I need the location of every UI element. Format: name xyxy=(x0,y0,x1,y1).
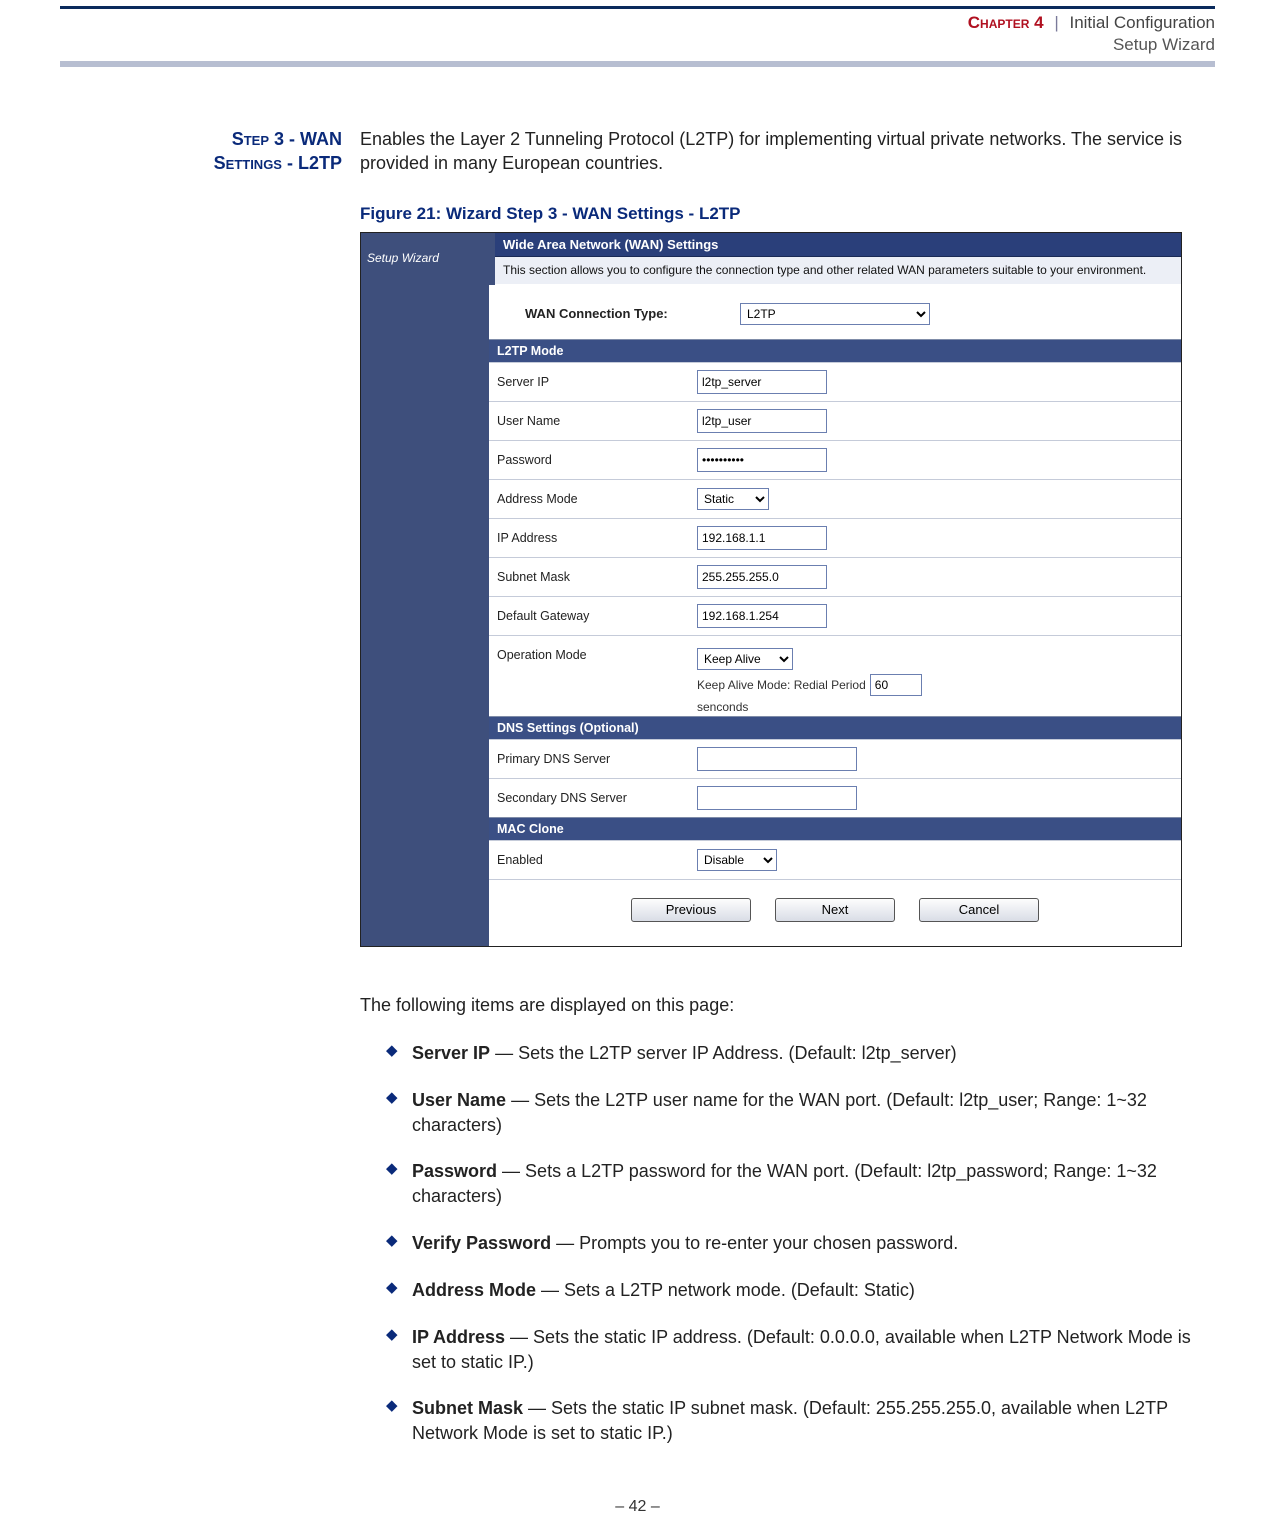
redial-period-input[interactable] xyxy=(870,674,922,696)
redial-suffix: senconds xyxy=(697,700,1181,714)
dns-section: DNS Settings (Optional) xyxy=(489,716,1181,739)
conn-type-select[interactable]: L2TP xyxy=(740,303,930,325)
user-name-label: User Name xyxy=(497,414,697,428)
list-item: ◆ IP Address — Sets the static IP addres… xyxy=(360,1325,1215,1375)
bullet-icon: ◆ xyxy=(386,1088,412,1138)
default-gateway-label: Default Gateway xyxy=(497,609,697,623)
list-item: ◆ Verify Password — Prompts you to re-en… xyxy=(360,1231,1215,1256)
bullet-icon: ◆ xyxy=(386,1231,412,1256)
list-item: ◆ Password — Sets a L2TP password for th… xyxy=(360,1159,1215,1209)
previous-button[interactable]: Previous xyxy=(631,898,751,922)
ip-address-input[interactable] xyxy=(697,526,827,550)
section-heading: Step 3 - WAN Settings - L2TP xyxy=(60,127,342,176)
subnet-mask-input[interactable] xyxy=(697,565,827,589)
header-subtitle: Setup Wizard xyxy=(60,35,1215,61)
bullet-icon: ◆ xyxy=(386,1396,412,1446)
user-name-input[interactable] xyxy=(697,409,827,433)
secondary-dns-input[interactable] xyxy=(697,786,857,810)
operation-mode-select[interactable]: Keep Alive xyxy=(697,648,793,670)
items-intro: The following items are displayed on thi… xyxy=(360,993,1215,1017)
mac-enabled-label: Enabled xyxy=(497,853,697,867)
ip-address-label: IP Address xyxy=(497,531,697,545)
bullet-icon: ◆ xyxy=(386,1278,412,1303)
next-button[interactable]: Next xyxy=(775,898,895,922)
page-number: – 42 – xyxy=(0,1498,1275,1516)
page-header: Chapter 4 | Initial Configuration xyxy=(60,9,1215,35)
address-mode-select[interactable]: Static xyxy=(697,488,769,510)
password-label: Password xyxy=(497,453,697,467)
header-title: Initial Configuration xyxy=(1069,13,1215,32)
password-input[interactable] xyxy=(697,448,827,472)
subnet-mask-label: Subnet Mask xyxy=(497,570,697,584)
cancel-button[interactable]: Cancel xyxy=(919,898,1039,922)
redial-prefix: Keep Alive Mode: Redial Period xyxy=(697,678,866,692)
primary-dns-input[interactable] xyxy=(697,747,857,771)
bullet-icon: ◆ xyxy=(386,1159,412,1209)
wizard-nav-item[interactable]: Setup Wizard xyxy=(361,233,495,285)
primary-dns-label: Primary DNS Server xyxy=(497,752,697,766)
server-ip-label: Server IP xyxy=(497,375,697,389)
embedded-screenshot: Setup Wizard Wide Area Network (WAN) Set… xyxy=(360,232,1182,947)
bullet-list: ◆ Server IP — Sets the L2TP server IP Ad… xyxy=(360,1041,1215,1446)
header-rule xyxy=(60,61,1215,67)
address-mode-label: Address Mode xyxy=(497,492,697,506)
list-item: ◆ Address Mode — Sets a L2TP network mod… xyxy=(360,1278,1215,1303)
operation-mode-label: Operation Mode xyxy=(497,648,697,662)
list-item: ◆ User Name — Sets the L2TP user name fo… xyxy=(360,1088,1215,1138)
conn-type-label: WAN Connection Type: xyxy=(525,306,740,321)
bullet-icon: ◆ xyxy=(386,1041,412,1066)
bullet-icon: ◆ xyxy=(386,1325,412,1375)
list-item: ◆ Subnet Mask — Sets the static IP subne… xyxy=(360,1396,1215,1446)
figure-caption: Figure 21: Wizard Step 3 - WAN Settings … xyxy=(360,204,1215,224)
server-ip-input[interactable] xyxy=(697,370,827,394)
secondary-dns-label: Secondary DNS Server xyxy=(497,791,697,805)
default-gateway-input[interactable] xyxy=(697,604,827,628)
separator: | xyxy=(1048,13,1064,32)
wan-settings-desc: This section allows you to configure the… xyxy=(495,257,1181,285)
mac-enabled-select[interactable]: Disable xyxy=(697,849,777,871)
list-item: ◆ Server IP — Sets the L2TP server IP Ad… xyxy=(360,1041,1215,1066)
l2tp-mode-section: L2TP Mode xyxy=(489,339,1181,362)
intro-paragraph: Enables the Layer 2 Tunneling Protocol (… xyxy=(360,127,1215,176)
wan-settings-header: Wide Area Network (WAN) Settings xyxy=(495,233,1181,257)
chapter-label: Chapter 4 xyxy=(968,13,1044,32)
mac-clone-section: MAC Clone xyxy=(489,817,1181,840)
